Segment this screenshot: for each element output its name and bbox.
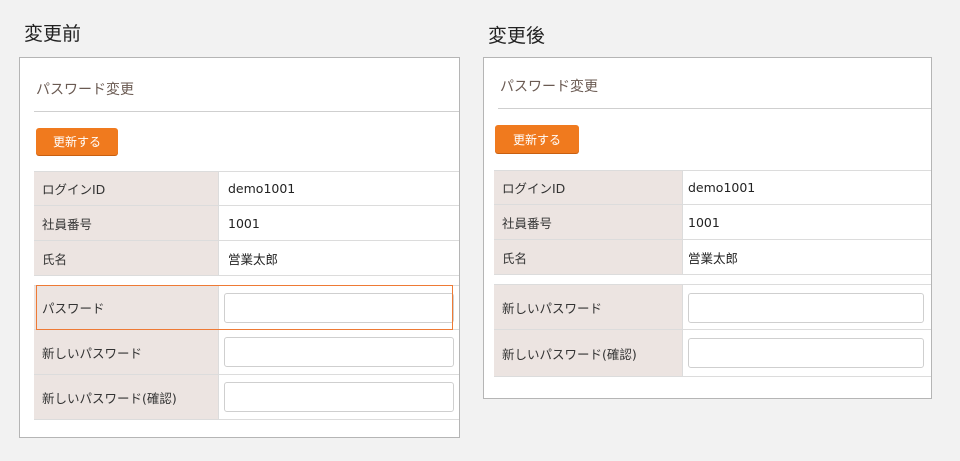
before-row-password: パスワード [34, 285, 459, 330]
after-new-password-label: 新しいパスワード [494, 285, 683, 329]
after-heading: 変更後 [488, 25, 546, 47]
before-password-input[interactable] [224, 293, 454, 323]
before-name-label: 氏名 [34, 241, 219, 275]
before-employee-number-label: 社員番号 [34, 206, 219, 240]
after-row-new-password: 新しいパスワード [494, 284, 931, 330]
before-update-button[interactable]: 更新する [36, 128, 118, 155]
after-new-password-input[interactable] [688, 293, 924, 323]
after-row-login-id: ログインID demo1001 [494, 170, 931, 205]
after-row-name: 氏名 営業太郎 [494, 240, 931, 275]
before-panel: パスワード変更 更新する ログインID demo1001 社員番号 1001 氏… [19, 57, 460, 438]
after-login-id-value: demo1001 [688, 180, 756, 195]
after-panel-title: パスワード変更 [500, 79, 598, 95]
before-new-password-label: 新しいパスワード [34, 330, 219, 374]
after-panel: パスワード変更 更新する ログインID demo1001 社員番号 1001 氏… [483, 57, 932, 399]
before-row-employee-number: 社員番号 1001 [34, 206, 459, 241]
before-row-new-password: 新しいパスワード [34, 330, 459, 375]
after-login-id-label: ログインID [494, 171, 683, 204]
before-row-new-password-confirm: 新しいパスワード(確認) [34, 375, 459, 420]
after-new-password-confirm-input[interactable] [688, 338, 924, 368]
after-row-new-password-confirm: 新しいパスワード(確認) [494, 330, 931, 377]
after-employee-number-label: 社員番号 [494, 205, 683, 239]
before-login-id-label: ログインID [34, 172, 219, 205]
after-name-label: 氏名 [494, 240, 683, 274]
after-employee-number-value: 1001 [688, 214, 720, 230]
before-employee-number-value: 1001 [228, 215, 260, 231]
before-panel-title: パスワード変更 [36, 82, 134, 98]
before-title-divider [34, 111, 459, 112]
before-heading: 変更前 [24, 23, 82, 45]
before-row-login-id: ログインID demo1001 [34, 171, 459, 206]
after-row-employee-number: 社員番号 1001 [494, 205, 931, 240]
before-login-id-value: demo1001 [228, 181, 296, 196]
after-name-value: 営業太郎 [688, 250, 739, 266]
before-password-label: パスワード [34, 286, 219, 329]
before-new-password-confirm-input[interactable] [224, 382, 454, 412]
after-new-password-confirm-label: 新しいパスワード(確認) [494, 330, 683, 376]
before-row-name: 氏名 営業太郎 [34, 241, 459, 276]
before-new-password-confirm-label: 新しいパスワード(確認) [34, 375, 219, 419]
after-title-divider [498, 108, 931, 109]
before-name-value: 営業太郎 [228, 251, 279, 267]
before-new-password-input[interactable] [224, 337, 454, 367]
after-update-button[interactable]: 更新する [495, 125, 579, 153]
